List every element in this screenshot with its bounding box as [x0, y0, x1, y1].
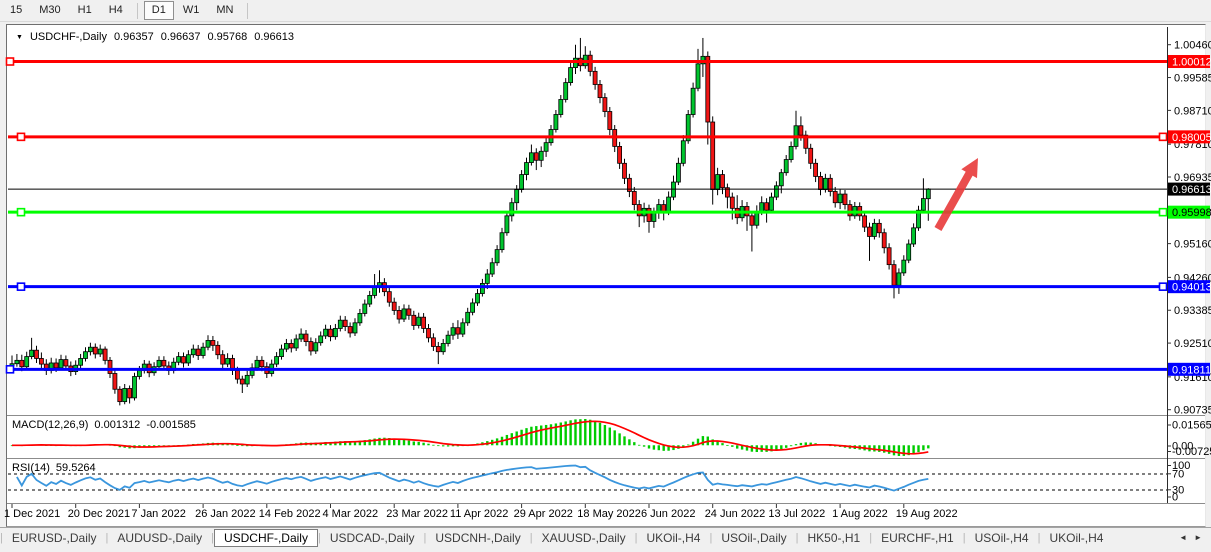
svg-text:18 May 2022: 18 May 2022: [577, 508, 641, 520]
svg-text:20 Dec 2021: 20 Dec 2021: [68, 508, 130, 520]
macd-main-value: 0.001312: [94, 419, 140, 431]
svg-text:29 Apr 2022: 29 Apr 2022: [514, 508, 573, 520]
timeframe-button-mn[interactable]: MN: [208, 1, 241, 20]
chart-tab-ukoil-h4[interactable]: UKOil-,H4: [637, 529, 709, 547]
line-handle: [1160, 283, 1167, 290]
chart-tab-audusd-daily[interactable]: AUDUSD-,Daily: [108, 529, 211, 547]
svg-text:0: 0: [1172, 492, 1178, 504]
price-axis-ticks: 1.004600.995850.987100.978100.969350.951…: [1167, 40, 1211, 417]
svg-text:1 Dec 2021: 1 Dec 2021: [4, 508, 60, 520]
svg-text:14 Feb 2022: 14 Feb 2022: [259, 508, 321, 520]
date-axis: 1 Dec 2021 20 Dec 20217 Jan 2022 26 Jan 20…: [4, 504, 958, 520]
symbol-label: USDCHF-,Daily: [30, 31, 107, 43]
low-value: 0.95768: [207, 31, 247, 43]
svg-text:0.96935: 0.96935: [1174, 172, 1211, 184]
svg-text:0.96613: 0.96613: [1172, 184, 1211, 196]
hline-0.94013[interactable]: 0.94013: [8, 280, 1211, 294]
chart-tabbar: |EURUSD-,Daily|AUDUSD-,Daily|USDCHF-,Dai…: [0, 527, 1211, 547]
rsi-axis-labels: 10070300: [1167, 460, 1190, 504]
tab-scroll-arrows: ◄►: [1179, 533, 1211, 542]
chart-tab-usdcnh-daily[interactable]: USDCNH-,Daily: [426, 529, 529, 547]
svg-text:13 Jul 2022: 13 Jul 2022: [768, 508, 825, 520]
svg-text:0.99585: 0.99585: [1174, 73, 1211, 85]
macd-axis-labels: 0.0156540.00-0.007259: [1167, 420, 1211, 459]
svg-text:0.95160: 0.95160: [1174, 239, 1211, 251]
svg-text:0.91811: 0.91811: [1172, 364, 1211, 376]
svg-text:6 Jun 2022: 6 Jun 2022: [641, 508, 695, 520]
svg-text:0.98005: 0.98005: [1172, 132, 1211, 144]
line-handle: [18, 209, 25, 216]
svg-text:0.94013: 0.94013: [1172, 282, 1211, 294]
timeframe-button-m30[interactable]: M30: [31, 1, 68, 20]
line-handle: [1160, 209, 1167, 216]
chart-tab-usdchf-daily[interactable]: USDCHF-,Daily: [214, 529, 318, 547]
timeframe-button-h1[interactable]: H1: [70, 1, 100, 20]
hline-0.91811[interactable]: 0.91811: [7, 363, 1211, 377]
high-value: 0.96637: [161, 31, 201, 43]
svg-text:4 Mar 2022: 4 Mar 2022: [323, 508, 379, 520]
timeframe-button-h4[interactable]: H4: [101, 1, 131, 20]
chart-tab-ukoil-h4[interactable]: UKOil-,H4: [1040, 529, 1112, 547]
line-handle: [7, 58, 14, 65]
chart-tab-eurusd-daily[interactable]: EURUSD-,Daily: [3, 529, 106, 547]
svg-text:0.98710: 0.98710: [1174, 105, 1211, 117]
open-value: 0.96357: [114, 31, 154, 43]
timeframe-button-15[interactable]: 15: [2, 1, 30, 20]
close-value: 0.96613: [254, 31, 294, 43]
hline-1.00012[interactable]: 1.00012: [7, 55, 1211, 69]
svg-text:24 Jun 2022: 24 Jun 2022: [705, 508, 766, 520]
chart-tab-usdcad-daily[interactable]: USDCAD-,Daily: [321, 529, 424, 547]
svg-text:1 Aug 2022: 1 Aug 2022: [832, 508, 888, 520]
candlesticks: [10, 38, 930, 405]
line-handle: [18, 133, 25, 140]
chart-tab-usoil-daily[interactable]: USOil-,Daily: [712, 529, 795, 547]
chart-canvas[interactable]: 1.004600.995850.987100.978100.969350.951…: [0, 0, 1211, 552]
chart-tab-eurchf-h1[interactable]: EURCHF-,H1: [872, 529, 963, 547]
svg-text:1.00012: 1.00012: [1172, 57, 1211, 69]
chart-tab-xauusd-daily[interactable]: XAUUSD-,Daily: [533, 529, 635, 547]
svg-text:19 Aug 2022: 19 Aug 2022: [896, 508, 958, 520]
hline-0.96613[interactable]: 0.96613: [8, 183, 1211, 197]
toolbar-separator: [247, 3, 248, 19]
rsi-value: 59.5264: [56, 462, 96, 474]
hline-0.95998[interactable]: 0.95998: [8, 206, 1211, 220]
svg-text:-0.007259: -0.007259: [1172, 446, 1211, 458]
macd-signal-value: -0.001585: [146, 419, 196, 431]
toolbar-separator: [137, 3, 138, 19]
svg-text:23 Mar 2022: 23 Mar 2022: [386, 508, 448, 520]
svg-text:0.95998: 0.95998: [1172, 207, 1211, 219]
svg-text:11 Apr 2022: 11 Apr 2022: [450, 508, 509, 520]
chart-tab-usoil-h4[interactable]: USOil-,H4: [966, 529, 1038, 547]
line-handle: [18, 283, 25, 290]
rsi-indicator-label: RSI(14) 59.5264: [12, 462, 96, 474]
svg-text:0.93385: 0.93385: [1174, 305, 1211, 317]
status-strip: [0, 547, 1211, 552]
svg-text:70: 70: [1172, 468, 1184, 480]
svg-text:0.92510: 0.92510: [1174, 338, 1211, 350]
symbol-ohlc-readout: ▼ USDCHF-,Daily 0.96357 0.96637 0.95768 …: [16, 31, 294, 43]
rsi-name: RSI(14): [12, 462, 50, 474]
svg-text:26 Jan 2022: 26 Jan 2022: [195, 508, 256, 520]
macd-name: MACD(12,26,9): [12, 419, 88, 431]
macd-indicator-label: MACD(12,26,9) 0.001312 -0.001585: [12, 419, 196, 431]
timeframe-button-w1[interactable]: W1: [175, 1, 208, 20]
line-handle: [1160, 133, 1167, 140]
svg-text:0.015654: 0.015654: [1172, 420, 1211, 432]
trend-arrow-annotation[interactable]: [938, 158, 978, 229]
tab-scroll-left-icon[interactable]: ◄: [1179, 533, 1187, 542]
tab-scroll-right-icon[interactable]: ►: [1194, 533, 1202, 542]
svg-text:7 Jan 2022: 7 Jan 2022: [131, 508, 185, 520]
svg-text:1.00460: 1.00460: [1174, 40, 1211, 52]
chart-tab-hk50-h1[interactable]: HK50-,H1: [799, 529, 870, 547]
rsi-line: [17, 466, 928, 491]
timeframe-toolbar: 15M30H1H4 D1W1MN: [0, 0, 1211, 22]
svg-text:0.90735: 0.90735: [1174, 405, 1211, 417]
timeframe-button-d1[interactable]: D1: [144, 1, 174, 20]
chevron-down-icon[interactable]: ▼: [16, 34, 23, 41]
line-handle: [7, 366, 14, 373]
